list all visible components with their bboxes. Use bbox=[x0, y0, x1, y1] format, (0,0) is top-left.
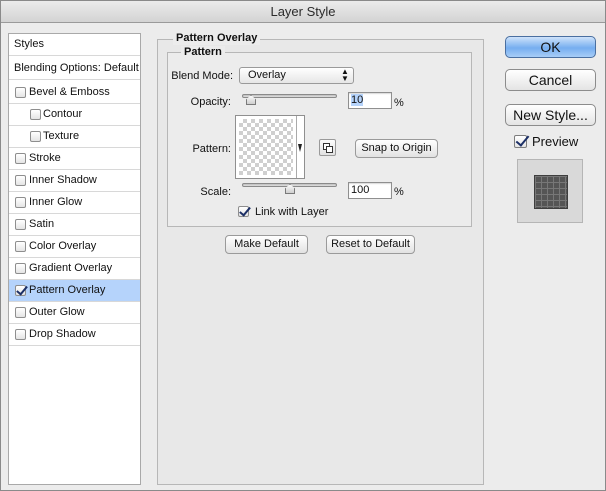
sidebar-item-checkbox[interactable] bbox=[15, 87, 26, 98]
preview-label: Preview bbox=[532, 134, 579, 149]
sidebar-item-label: Drop Shadow bbox=[29, 328, 96, 340]
window-title: Layer Style bbox=[1, 1, 605, 23]
sidebar-item-checkbox[interactable] bbox=[15, 241, 26, 252]
updown-arrows-icon: ▲ ▼ bbox=[341, 67, 349, 83]
scale-input[interactable]: 100 bbox=[348, 182, 392, 199]
sidebar-item-stroke[interactable]: Stroke bbox=[9, 148, 140, 170]
sidebar-item-checkbox[interactable] bbox=[15, 219, 26, 230]
preview-checkbox[interactable] bbox=[514, 135, 527, 148]
opacity-unit: % bbox=[394, 97, 404, 109]
sidebar-item-texture[interactable]: Texture bbox=[9, 126, 140, 148]
scale-value: 100 bbox=[351, 184, 370, 196]
new-preset-button[interactable] bbox=[319, 139, 336, 156]
sidebar-item-label: Color Overlay bbox=[29, 240, 97, 252]
sidebar-item-label: Satin bbox=[29, 218, 55, 230]
styles-list: Styles Blending Options: Default Bevel &… bbox=[8, 33, 141, 485]
sidebar-item-checkbox[interactable] bbox=[15, 329, 26, 340]
opacity-value: 10 bbox=[351, 94, 364, 106]
sidebar-item-checkbox[interactable] bbox=[15, 153, 26, 164]
sidebar-item-contour[interactable]: Contour bbox=[9, 104, 140, 126]
sidebar-item-satin[interactable]: Satin bbox=[9, 214, 140, 236]
layer-style-dialog: Layer Style Styles Blending Options: Def… bbox=[0, 0, 606, 491]
sidebar-item-checkbox[interactable] bbox=[15, 307, 26, 318]
opacity-input[interactable]: 10 bbox=[348, 92, 392, 109]
preview-swatch bbox=[535, 176, 567, 208]
sidebar-item-label: Inner Shadow bbox=[29, 174, 97, 186]
sidebar-item-label: Pattern Overlay bbox=[29, 284, 106, 296]
ok-button[interactable]: OK bbox=[505, 36, 596, 58]
subgroup-title: Pattern bbox=[181, 46, 225, 59]
sidebar-item-label: Contour bbox=[43, 108, 83, 120]
sidebar-item-checkbox[interactable] bbox=[15, 263, 26, 274]
sidebar-item-checkbox[interactable] bbox=[30, 109, 41, 120]
pattern-preview bbox=[239, 119, 293, 175]
blend-mode-select[interactable]: Overlay ▲ ▼ bbox=[239, 67, 354, 84]
blend-mode-label: Blend Mode: bbox=[171, 70, 233, 82]
snap-to-origin-button[interactable]: Snap to Origin bbox=[355, 139, 438, 158]
new-style-button[interactable]: New Style... bbox=[505, 104, 596, 126]
style-preview bbox=[517, 159, 583, 223]
sidebar-item-pattern-overlay[interactable]: Pattern Overlay bbox=[9, 280, 140, 302]
pattern-divider bbox=[296, 116, 297, 178]
sidebar-item-inner-shadow[interactable]: Inner Shadow bbox=[9, 170, 140, 192]
opacity-slider-track[interactable] bbox=[242, 94, 337, 98]
pattern-label: Pattern: bbox=[192, 143, 231, 155]
sidebar-styles-header[interactable]: Styles bbox=[9, 34, 140, 56]
sidebar-item-drop-shadow[interactable]: Drop Shadow bbox=[9, 324, 140, 346]
sidebar-item-color-overlay[interactable]: Color Overlay bbox=[9, 236, 140, 258]
make-default-button[interactable]: Make Default bbox=[225, 235, 308, 254]
link-with-layer-checkbox[interactable] bbox=[238, 206, 249, 217]
sidebar-item-label: Gradient Overlay bbox=[29, 262, 113, 274]
cancel-button[interactable]: Cancel bbox=[505, 69, 596, 91]
sidebar-item-label: Bevel & Emboss bbox=[29, 86, 110, 98]
sidebar-item-checkbox[interactable] bbox=[15, 175, 26, 186]
sidebar-item-outer-glow[interactable]: Outer Glow bbox=[9, 302, 140, 324]
sidebar-item-label: Inner Glow bbox=[29, 196, 83, 208]
opacity-label: Opacity: bbox=[190, 96, 231, 108]
link-with-layer-label: Link with Layer bbox=[255, 206, 329, 218]
sidebar-item-gradient-overlay[interactable]: Gradient Overlay bbox=[9, 258, 140, 280]
scale-label: Scale: bbox=[200, 186, 231, 198]
sidebar-item-checkbox[interactable] bbox=[15, 197, 26, 208]
pattern-dropdown-icon[interactable] bbox=[298, 144, 302, 152]
scale-unit: % bbox=[394, 186, 404, 198]
pattern-picker[interactable] bbox=[235, 115, 305, 179]
sidebar-blending-options[interactable]: Blending Options: Default bbox=[9, 58, 140, 80]
sidebar-item-checkbox[interactable] bbox=[30, 131, 41, 142]
sidebar-item-inner-glow[interactable]: Inner Glow bbox=[9, 192, 140, 214]
sidebar-item-bevel-emboss[interactable]: Bevel & Emboss bbox=[9, 82, 140, 104]
sidebar-item-label: Stroke bbox=[29, 152, 61, 164]
sidebar-item-label: Outer Glow bbox=[29, 306, 85, 318]
sidebar-item-checkbox[interactable] bbox=[15, 285, 26, 296]
reset-to-default-button[interactable]: Reset to Default bbox=[326, 235, 415, 254]
sidebar-item-label: Texture bbox=[43, 130, 80, 142]
group-title: Pattern Overlay bbox=[173, 32, 261, 45]
blend-mode-value: Overlay bbox=[248, 69, 286, 81]
